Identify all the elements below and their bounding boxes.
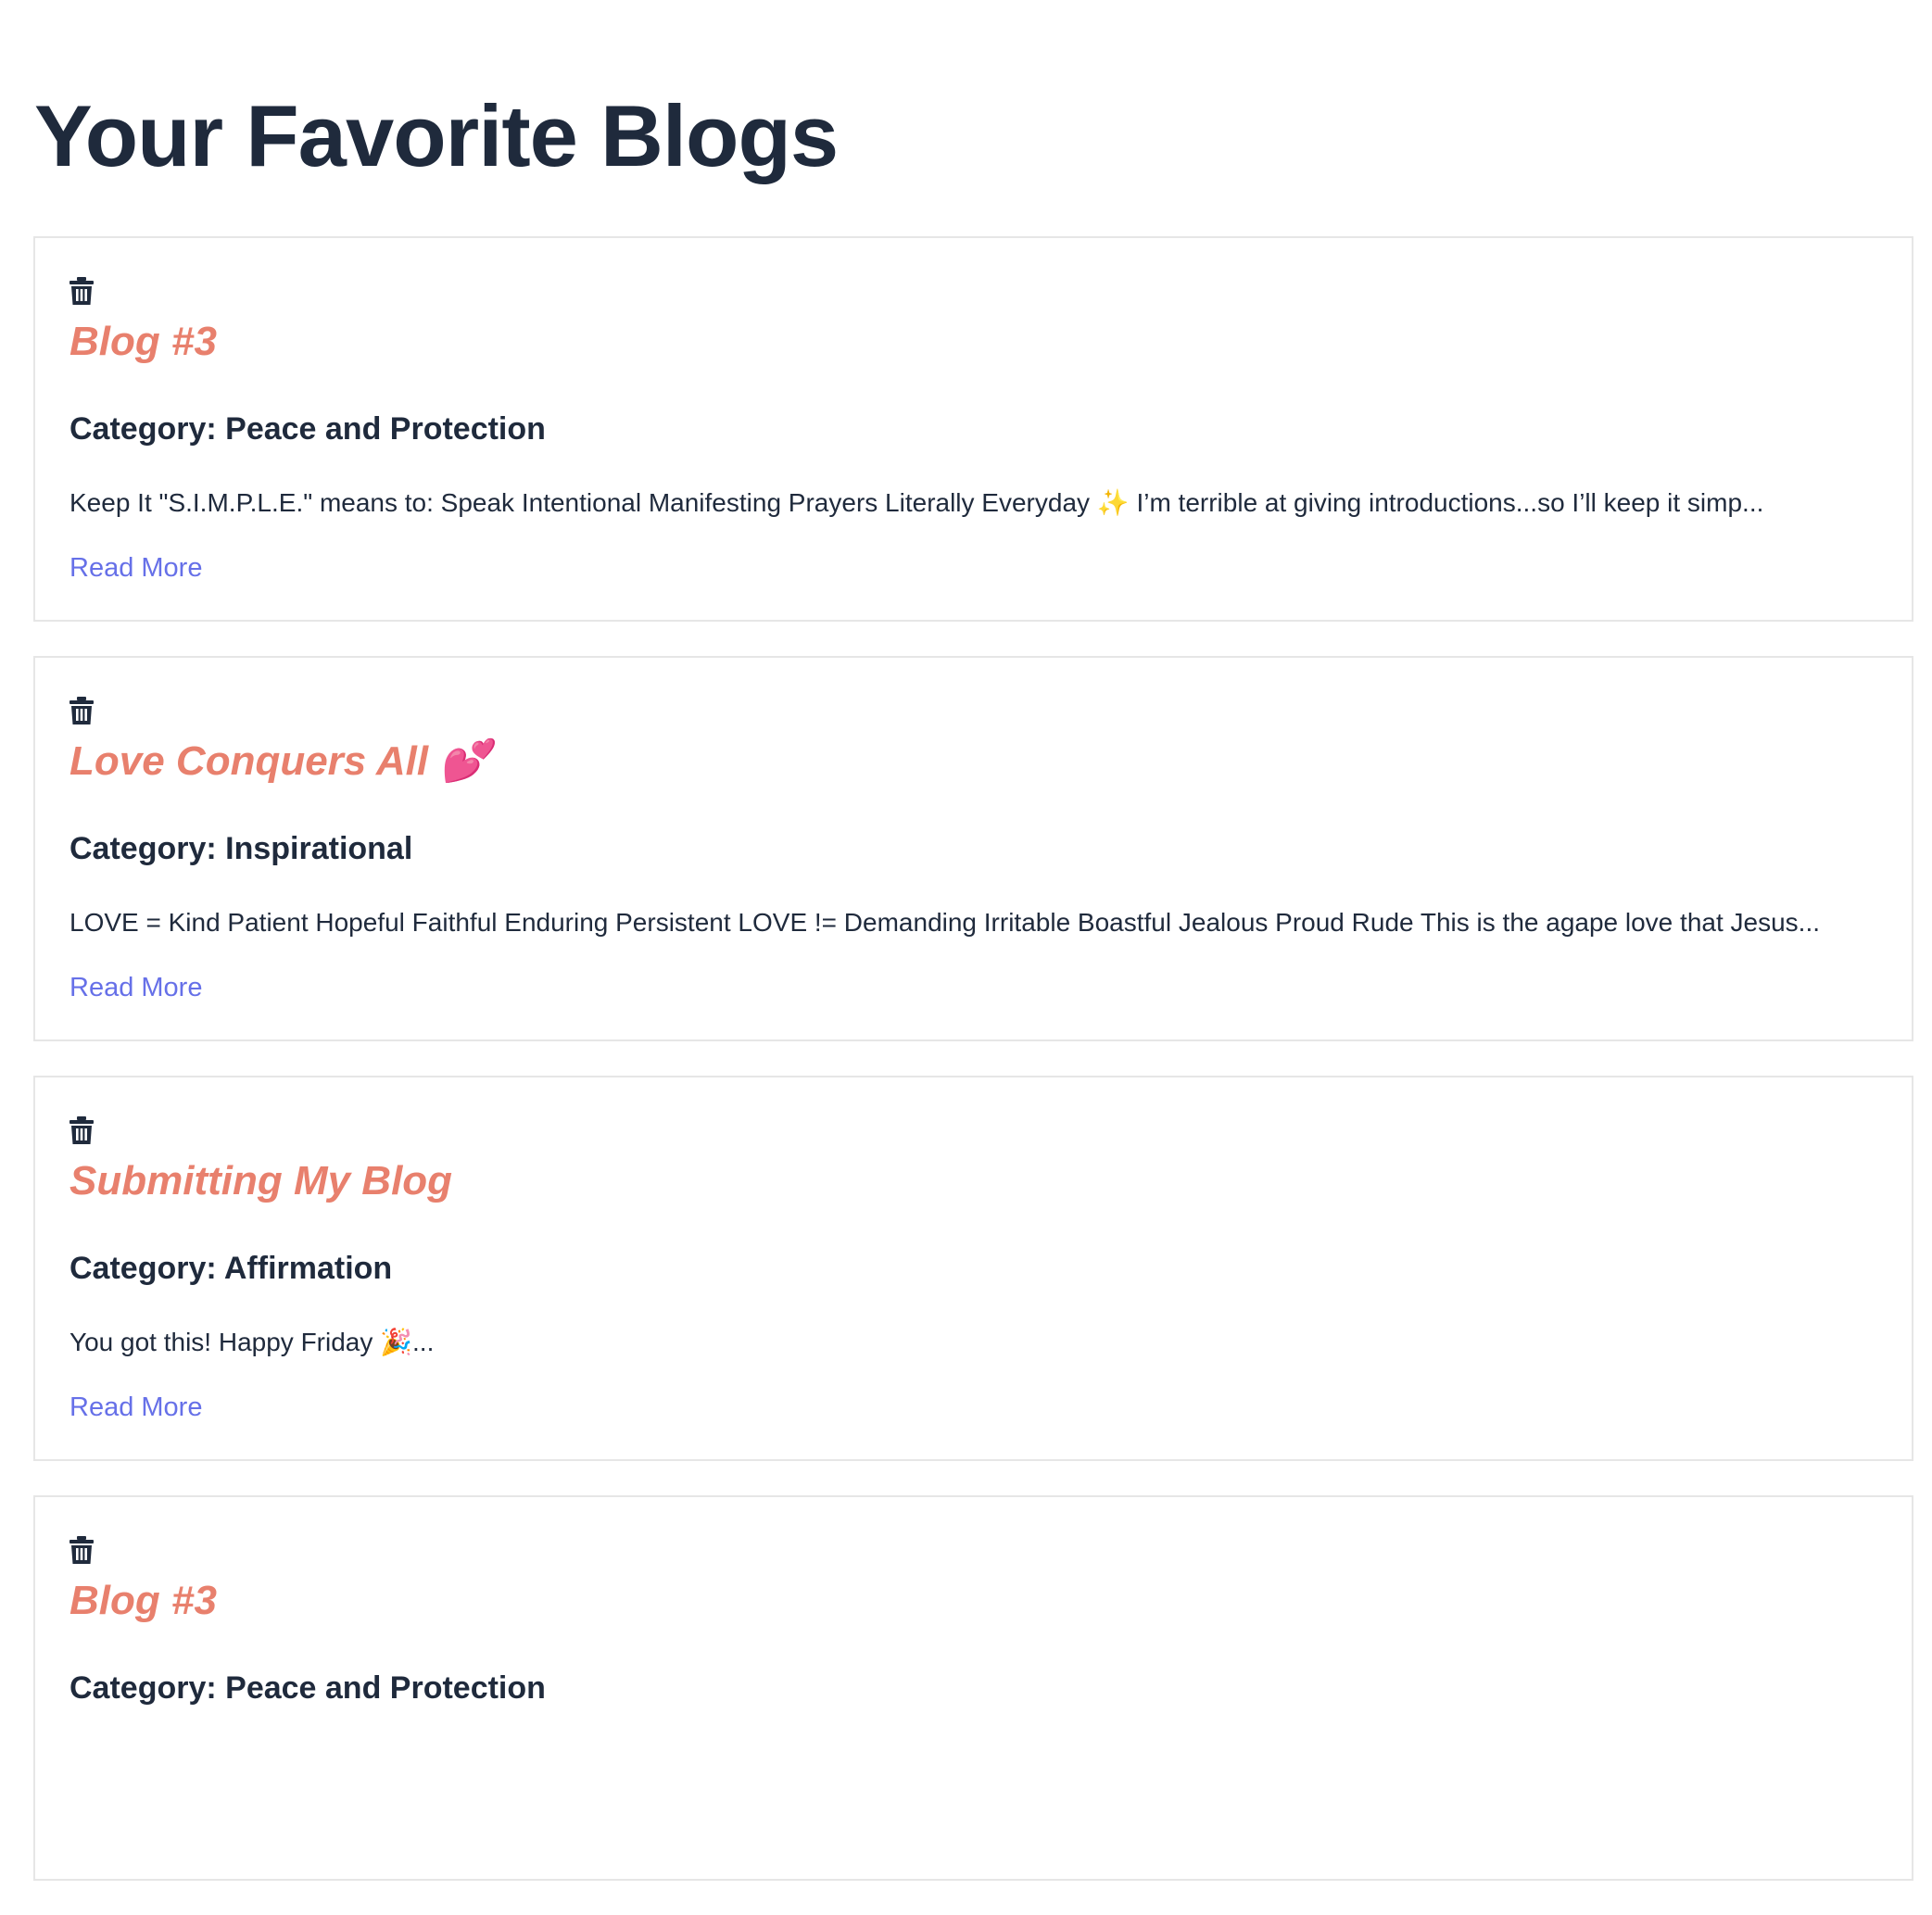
blog-category: Category: Affirmation bbox=[69, 1251, 393, 1286]
page-title: Your Favorite Blogs bbox=[34, 87, 839, 184]
blog-card: Love Conquers All 💕 Category: Inspiratio… bbox=[33, 656, 1913, 1041]
blog-excerpt: Keep It "S.I.M.P.L.E." means to: Speak I… bbox=[69, 488, 1764, 517]
blog-card: Blog #3 Category: Peace and Protection K… bbox=[33, 236, 1913, 622]
blog-category: Category: Peace and Protection bbox=[69, 411, 546, 447]
blog-category: Category: Peace and Protection bbox=[69, 1670, 546, 1706]
blog-list: Blog #3 Category: Peace and Protection K… bbox=[33, 236, 1913, 1915]
read-more-link[interactable]: Read More bbox=[69, 971, 202, 1004]
blog-title[interactable]: Love Conquers All 💕 bbox=[69, 735, 490, 788]
trash-icon[interactable] bbox=[69, 697, 94, 724]
blog-title[interactable]: Blog #3 bbox=[69, 1574, 217, 1628]
blog-title[interactable]: Blog #3 bbox=[69, 315, 217, 369]
trash-icon[interactable] bbox=[69, 1536, 94, 1564]
blog-category: Category: Inspirational bbox=[69, 831, 413, 866]
blog-title[interactable]: Submitting My Blog bbox=[69, 1154, 452, 1208]
read-more-link[interactable]: Read More bbox=[69, 1391, 202, 1424]
blog-excerpt: LOVE = Kind Patient Hopeful Faithful End… bbox=[69, 908, 1821, 937]
blog-card: Submitting My Blog Category: Affirmation… bbox=[33, 1076, 1913, 1461]
trash-icon[interactable] bbox=[69, 1116, 94, 1144]
blog-excerpt: You got this! Happy Friday 🎉... bbox=[69, 1328, 435, 1356]
read-more-link[interactable]: Read More bbox=[69, 551, 202, 585]
blog-card: Blog #3 Category: Peace and Protection bbox=[33, 1495, 1913, 1881]
trash-icon[interactable] bbox=[69, 277, 94, 305]
